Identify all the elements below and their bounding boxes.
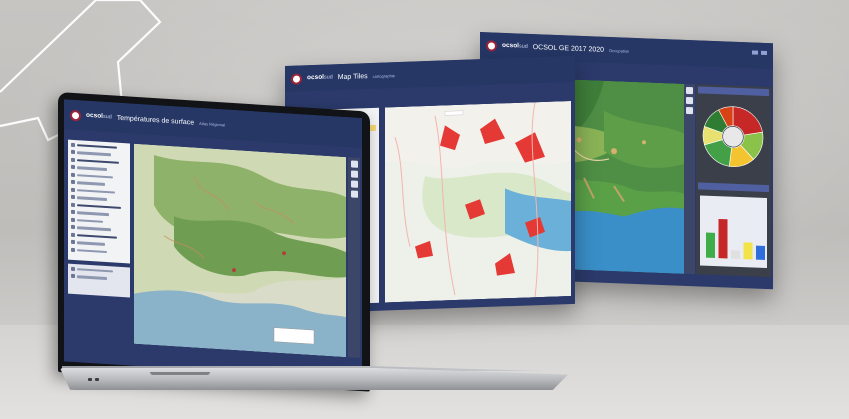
zoom-in-icon[interactable]	[686, 86, 693, 95]
zoom-out-icon[interactable]	[350, 170, 358, 178]
brand-name: ocsolsud	[307, 73, 333, 81]
usb-port	[95, 378, 99, 381]
bar-chart[interactable]	[696, 191, 771, 274]
bar[interactable]	[731, 250, 740, 259]
stats-panel	[696, 84, 771, 278]
app-title: Map Tiles	[337, 72, 368, 81]
stats-panel-header	[698, 86, 769, 97]
bar[interactable]	[756, 245, 765, 260]
laptop-screen: ocsolsud Températures de surface Atlas R…	[64, 99, 362, 381]
bar[interactable]	[718, 218, 728, 259]
donut-chart[interactable]	[696, 95, 771, 178]
menu-icon[interactable]	[752, 50, 758, 55]
app-subtitle: cartographie	[372, 72, 395, 79]
app-title: OCSOL GE 2017 2020	[532, 43, 605, 54]
scene: ocsolsud OCSOL GE 2017 2020 Occupation o…	[0, 0, 849, 419]
app-subtitle: Occupation	[609, 47, 630, 54]
zoom-in-icon[interactable]	[350, 160, 358, 168]
laptop-lid: ocsolsud Températures de surface Atlas R…	[58, 92, 370, 392]
logo-icon	[291, 72, 302, 85]
terrain-map[interactable]	[134, 143, 346, 358]
layer-tree-panel	[68, 139, 130, 264]
bar[interactable]	[706, 232, 715, 259]
map-toolbar	[684, 83, 695, 275]
urban-map[interactable]	[385, 101, 571, 303]
logo-icon	[70, 109, 81, 121]
bar-chart-header	[698, 182, 769, 193]
donut-center	[723, 126, 743, 147]
layers-icon[interactable]	[350, 180, 358, 188]
app-subtitle: Atlas Régional	[199, 120, 225, 128]
laptop-app-window: ocsolsud Températures de surface Atlas R…	[64, 99, 362, 381]
bar[interactable]	[743, 242, 753, 260]
zoom-out-icon[interactable]	[686, 96, 693, 105]
user-icon[interactable]	[761, 50, 767, 56]
laptop-opening-notch	[150, 372, 210, 375]
layers-icon[interactable]	[686, 106, 693, 115]
logo-icon	[486, 39, 497, 52]
legend-panel	[68, 263, 130, 298]
app-title: Températures de surface	[116, 114, 195, 127]
header-controls	[752, 50, 767, 56]
brand-name: ocsolsud	[86, 111, 112, 121]
measure-icon[interactable]	[350, 190, 358, 198]
usb-port	[88, 378, 92, 381]
brand-name: ocsolsud	[502, 41, 528, 50]
map-toolbar	[348, 157, 360, 359]
